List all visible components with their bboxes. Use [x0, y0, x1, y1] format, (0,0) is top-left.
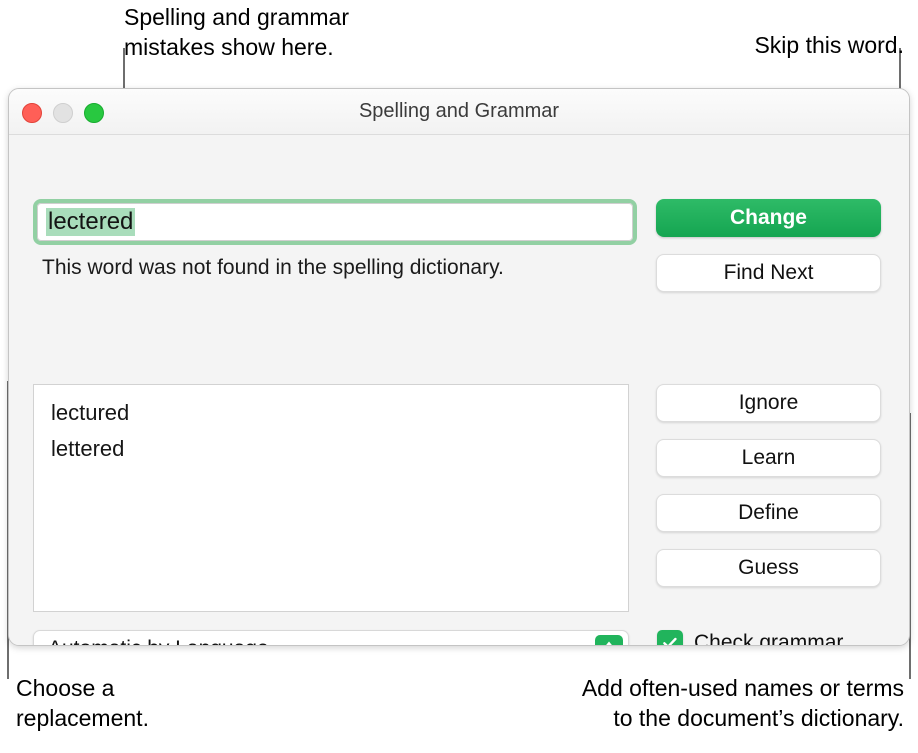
list-item[interactable]: lectured	[34, 395, 628, 431]
callout-add-to-dictionary: Add often-used names or terms to the doc…	[581, 675, 904, 732]
list-item[interactable]: lettered	[34, 431, 628, 467]
check-grammar-checkbox[interactable]	[657, 630, 683, 645]
window-titlebar: Spelling and Grammar	[9, 89, 909, 135]
callout-skip-word: Skip this word.	[754, 32, 904, 58]
misspelled-word-input[interactable]: lectered	[37, 203, 633, 241]
find-next-button-label: Find Next	[723, 261, 814, 284]
find-next-button[interactable]: Find Next	[656, 254, 881, 292]
language-popup-button[interactable]: Automatic by Language	[33, 630, 629, 645]
language-popup-value: Automatic by Language	[34, 637, 269, 645]
callout-spelling-mistakes: Spelling and grammar mistakes show here.	[124, 4, 350, 61]
change-button[interactable]: Change	[656, 199, 881, 237]
suggestions-list[interactable]: lectured lettered	[33, 384, 629, 612]
spelling-and-grammar-window: Spelling and Grammar lectered This word …	[8, 88, 910, 646]
check-grammar-label: Check grammar	[694, 631, 844, 646]
define-button[interactable]: Define	[656, 494, 881, 532]
chevron-up-down-icon	[595, 635, 623, 645]
window-body: lectered This word was not found in the …	[9, 135, 909, 645]
ignore-button[interactable]: Ignore	[656, 384, 881, 422]
callout-choose-replacement: Choose a replacement.	[16, 675, 149, 732]
guess-button-label: Guess	[738, 556, 799, 579]
learn-button[interactable]: Learn	[656, 439, 881, 477]
ignore-button-label: Ignore	[738, 391, 799, 414]
check-grammar-row[interactable]: Check grammar	[657, 630, 844, 646]
window-title: Spelling and Grammar	[358, 100, 560, 122]
spelling-status-message: This word was not found in the spelling …	[42, 256, 504, 279]
misspelled-word-field-focus-ring: lectered	[33, 199, 637, 245]
guess-button[interactable]: Guess	[656, 549, 881, 587]
define-button-label: Define	[738, 501, 799, 524]
learn-button-label: Learn	[741, 446, 796, 469]
change-button-label: Change	[729, 206, 807, 229]
misspelled-word-value: lectered	[46, 207, 136, 237]
